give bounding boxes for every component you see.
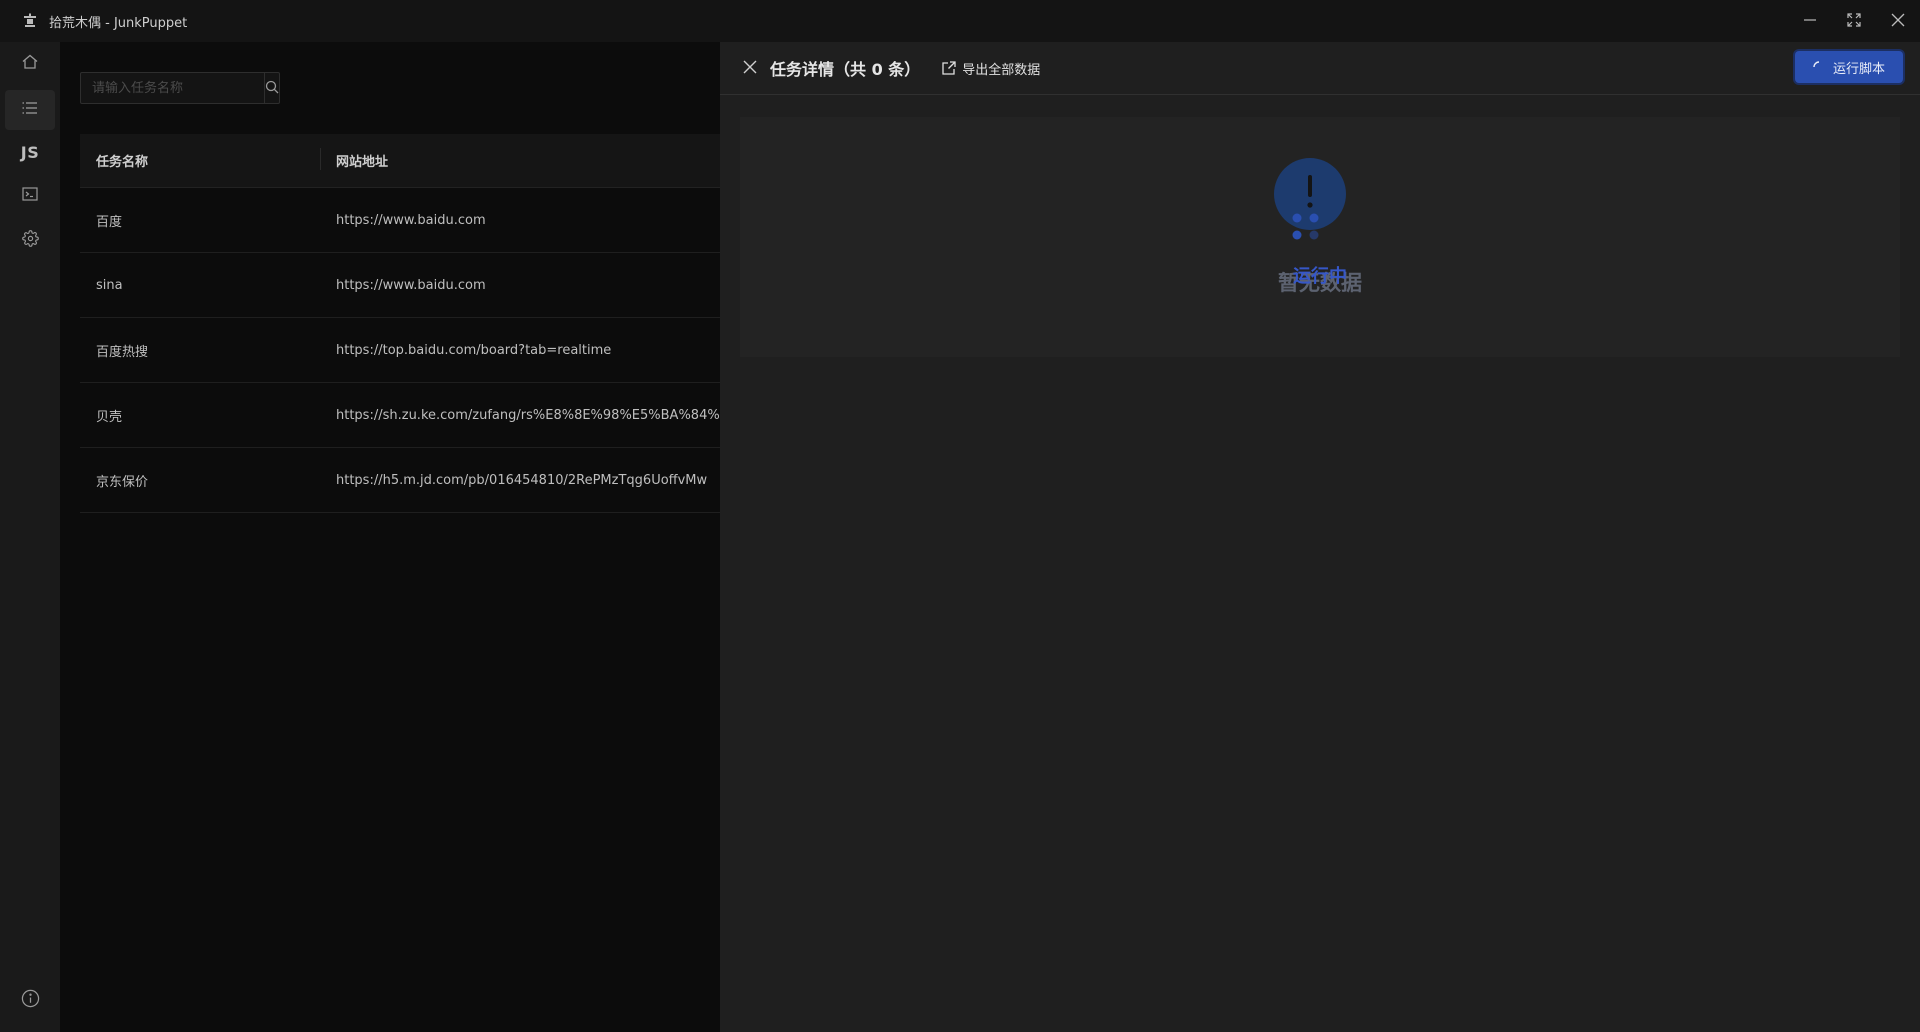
puppet-icon xyxy=(21,12,39,30)
maximize-button[interactable] xyxy=(1832,0,1876,42)
window-title: 拾荒木偶 - JunkPuppet xyxy=(49,15,188,31)
minimize-icon xyxy=(1803,12,1817,31)
table-row[interactable]: 百度热搜 https://top.baidu.com/board?tab=rea… xyxy=(80,318,720,383)
run-script-label: 运行脚本 xyxy=(1832,61,1885,77)
search-input[interactable] xyxy=(81,73,264,103)
task-name-cell: sina xyxy=(96,277,123,293)
task-url-cell: https://www.baidu.com xyxy=(336,212,486,228)
table-row[interactable]: sina https://www.baidu.com xyxy=(80,253,720,318)
drawer-header: 任务详情（共 0 条） 导出全部数据 运行脚本 xyxy=(720,42,1920,95)
task-url-cell: https://top.baidu.com/board?tab=realtime xyxy=(336,342,612,358)
export-icon xyxy=(942,61,956,75)
task-detail-drawer: 任务详情（共 0 条） 导出全部数据 运行脚本 暂无数据 运行中 xyxy=(720,42,1920,1032)
task-name-cell: 百度热搜 xyxy=(96,344,149,360)
sidebar: JS xyxy=(0,42,60,1032)
search-icon xyxy=(265,79,279,98)
close-icon xyxy=(743,59,757,78)
js-icon: JS xyxy=(20,142,40,162)
gear-icon xyxy=(21,229,39,251)
minimize-button[interactable] xyxy=(1788,0,1832,42)
title-bar: 拾荒木偶 - JunkPuppet xyxy=(0,0,1920,42)
task-url-cell: https://h5.m.jd.com/pb/016454810/2RePMzT… xyxy=(336,472,708,488)
loading-spinner-icon xyxy=(1813,61,1825,73)
loading-dots-icon xyxy=(1288,205,1324,245)
table-row[interactable]: 京东保价 https://h5.m.jd.com/pb/016454810/2R… xyxy=(80,448,720,513)
task-url-cell: https://sh.zu.ke.com/zufang/rs%E8%8E%98%… xyxy=(336,407,720,423)
task-table: 任务名称 网站地址 百度 https://www.baidu.com sina … xyxy=(80,134,720,513)
maximize-icon xyxy=(1847,12,1861,31)
search-box xyxy=(80,72,280,104)
home-icon xyxy=(21,53,39,75)
task-name-cell: 贝壳 xyxy=(96,409,123,425)
column-header-name: 任务名称 xyxy=(96,155,149,170)
task-list-panel: 任务名称 网站地址 百度 https://www.baidu.com sina … xyxy=(60,42,720,1032)
task-url-cell: https://www.baidu.com xyxy=(336,277,486,293)
drawer-content: 暂无数据 运行中 xyxy=(740,117,1900,357)
loading-text: 运行中 xyxy=(1293,266,1347,287)
table-row[interactable]: 贝壳 https://sh.zu.ke.com/zufang/rs%E8%8E%… xyxy=(80,383,720,448)
table-header: 任务名称 网站地址 xyxy=(80,134,720,188)
sidebar-item-home[interactable] xyxy=(5,44,55,84)
sidebar-item-tasks[interactable] xyxy=(5,90,55,130)
terminal-icon xyxy=(22,186,38,206)
list-icon xyxy=(21,99,39,121)
run-script-button[interactable]: 运行脚本 xyxy=(1795,51,1903,83)
drawer-close-button[interactable] xyxy=(740,58,760,78)
sidebar-item-js[interactable]: JS xyxy=(5,132,55,172)
sidebar-item-about[interactable] xyxy=(5,980,55,1020)
sidebar-item-terminal[interactable] xyxy=(5,176,55,216)
window-controls xyxy=(1788,0,1920,42)
export-label: 导出全部数据 xyxy=(962,62,1041,78)
sidebar-item-settings[interactable] xyxy=(5,220,55,260)
close-icon xyxy=(1891,12,1905,31)
task-name-cell: 京东保价 xyxy=(96,474,149,490)
column-header-url: 网站地址 xyxy=(320,148,388,170)
export-all-button[interactable]: 导出全部数据 xyxy=(942,59,1040,78)
task-name-cell: 百度 xyxy=(96,214,123,230)
table-row[interactable]: 百度 https://www.baidu.com xyxy=(80,188,720,253)
info-icon xyxy=(21,989,40,1012)
close-window-button[interactable] xyxy=(1876,0,1920,42)
search-button[interactable] xyxy=(264,73,279,103)
drawer-title: 任务详情（共 0 条） xyxy=(770,60,921,79)
